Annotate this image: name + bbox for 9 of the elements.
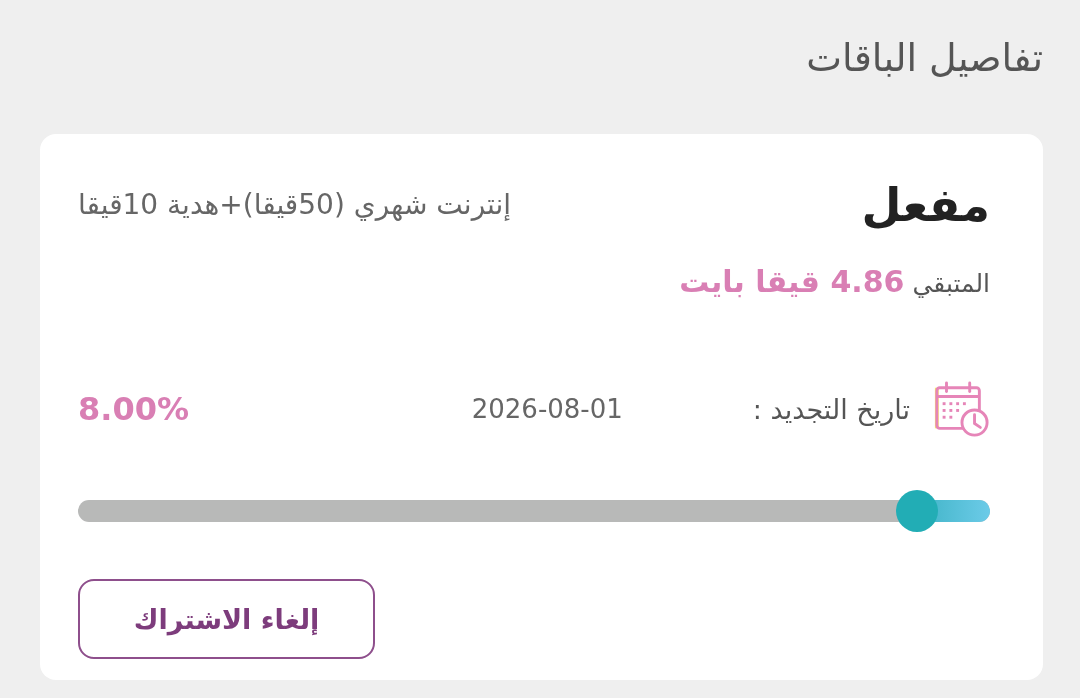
calendar-clock-icon <box>932 380 990 438</box>
renewal-date: 2026-08-01 <box>471 394 623 424</box>
cancel-subscription-button[interactable]: إلغاء الاشتراك <box>78 579 375 659</box>
usage-percent: 8.00% <box>78 390 189 428</box>
renewal-date-label: تاريخ التجديد : <box>752 393 910 425</box>
package-name: إنترنت شهري (50قيقا)+هدية 10قيقا <box>78 187 512 223</box>
section-title: تفاصيل الباقات <box>806 35 1043 82</box>
package-status: مفعل <box>861 177 990 234</box>
remaining-data-text: المتبقي 4.86 قيقا بايت <box>679 264 990 301</box>
